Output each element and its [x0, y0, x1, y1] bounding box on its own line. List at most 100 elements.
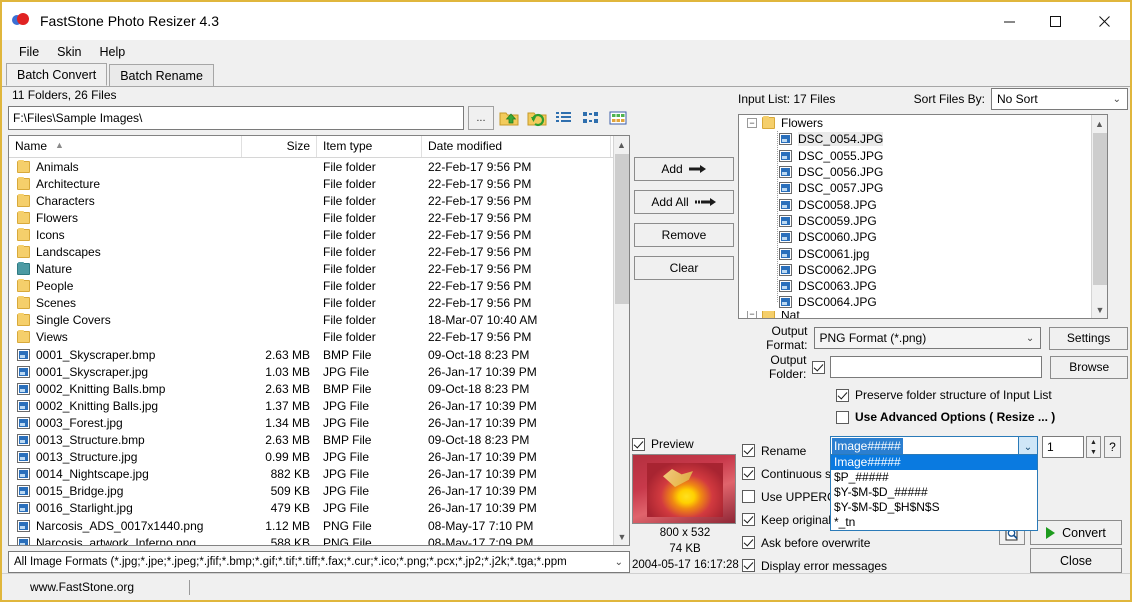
tree-file-item[interactable]: DSC0064.JPG: [739, 294, 1107, 310]
table-row[interactable]: Narcosis_artwork_Inferno.png 588 KB PNG Fi…: [9, 534, 629, 545]
table-row[interactable]: 0001_Skyscraper.jpg 1.03 MB JPG File 26-Jan…: [9, 363, 629, 380]
settings-button[interactable]: Settings: [1049, 326, 1128, 350]
tree-file-item[interactable]: DSC0058.JPG: [739, 196, 1107, 212]
uppercase-checkbox[interactable]: [742, 490, 755, 503]
rename-pattern-option[interactable]: Image#####: [831, 455, 1037, 470]
tree-body[interactable]: − Flowers DSC_0054.JPG DSC_0055.JPG DSC_0056…: [739, 115, 1107, 318]
browse-dots-button[interactable]: ...: [468, 106, 494, 130]
advanced-options-row[interactable]: Use Advanced Options ( Resize ... ): [836, 406, 1128, 428]
scroll-up-icon[interactable]: ▲: [614, 136, 629, 153]
collapse-icon[interactable]: −: [747, 118, 757, 129]
thumbnail-view-icon[interactable]: [607, 106, 630, 130]
expand-icon[interactable]: −: [747, 310, 757, 318]
rename-pattern-dropdown[interactable]: Image##### $P_##### $Y-$M-$D_##### $Y-$M-$D…: [830, 454, 1038, 531]
table-row[interactable]: People File folder 22-Feb-17 9:56 PM: [9, 278, 629, 295]
status-website[interactable]: www.FastStone.org: [30, 580, 134, 594]
rename-help-button[interactable]: ?: [1104, 436, 1121, 458]
menu-help[interactable]: Help: [90, 43, 134, 61]
browse-button[interactable]: Browse: [1050, 355, 1128, 379]
keep-original-date-checkbox[interactable]: [742, 513, 755, 526]
tree-file-item[interactable]: DSC0063.JPG: [739, 278, 1107, 294]
maximize-icon[interactable]: [1032, 2, 1078, 40]
add-all-button[interactable]: Add All: [634, 190, 734, 214]
column-header-date-modified[interactable]: Date modified: [422, 136, 611, 157]
ask-before-overwrite-checkbox[interactable]: [742, 536, 755, 549]
preserve-structure-row[interactable]: Preserve folder structure of Input List: [836, 384, 1128, 406]
scroll-down-icon[interactable]: ▼: [614, 528, 629, 545]
tree-file-item[interactable]: DSC0061.jpg: [739, 245, 1107, 261]
preview-checkbox[interactable]: [632, 437, 645, 451]
tree-file-item[interactable]: DSC0060.JPG: [739, 229, 1107, 245]
rename-pattern-option[interactable]: $Y-$M-$D_$H$N$S: [831, 500, 1037, 515]
table-row[interactable]: 0015_Bridge.jpg 509 KB JPG File 26-Jan-17 1…: [9, 483, 629, 500]
output-format-select[interactable]: PNG Format (*.png) ⌄: [813, 327, 1042, 349]
table-row[interactable]: Landscapes File folder 22-Feb-17 9:56 PM: [9, 243, 629, 260]
stepper-down-icon[interactable]: ▼: [1087, 447, 1100, 457]
tree-file-item[interactable]: DSC0059.JPG: [739, 213, 1107, 229]
input-file-tree[interactable]: − Flowers DSC_0054.JPG DSC_0055.JPG DSC_0056…: [738, 114, 1108, 319]
column-header-size[interactable]: Size: [242, 136, 317, 157]
sort-files-by-select[interactable]: No Sort ⌄: [991, 88, 1128, 110]
sequence-stepper[interactable]: ▲ ▼: [1086, 436, 1101, 458]
table-row[interactable]: 0002_Knitting Balls.bmp 2.63 MB BMP File 09…: [9, 380, 629, 397]
output-folder-checkbox[interactable]: [812, 360, 826, 374]
column-header-name[interactable]: Name ▲: [9, 136, 242, 157]
scroll-thumb[interactable]: [615, 154, 629, 304]
ask-before-overwrite-option[interactable]: Ask before overwrite: [742, 531, 972, 554]
continuous-sequence-checkbox[interactable]: [742, 467, 755, 480]
table-row[interactable]: Scenes File folder 22-Feb-17 9:56 PM: [9, 295, 629, 312]
up-folder-icon[interactable]: [498, 106, 521, 130]
preview-checkbox-row[interactable]: Preview: [632, 437, 738, 451]
rename-pattern-option[interactable]: *_tn: [831, 515, 1037, 530]
tree-root-folder[interactable]: − Flowers: [739, 115, 1107, 131]
output-folder-input[interactable]: [830, 356, 1043, 378]
table-row[interactable]: Views File folder 22-Feb-17 9:56 PM: [9, 329, 629, 346]
tree-partial-folder[interactable]: − Nat: [739, 310, 1107, 318]
tree-file-item[interactable]: DSC_0056.JPG: [739, 164, 1107, 180]
tab-batch-convert[interactable]: Batch Convert: [6, 63, 108, 86]
tree-file-item[interactable]: DSC_0057.JPG: [739, 180, 1107, 196]
close-button[interactable]: Close: [1030, 548, 1122, 573]
table-row[interactable]: 0013_Structure.jpg 0.99 MB JPG File 26-Jan-…: [9, 449, 629, 466]
format-filter-select[interactable]: All Image Formats (*.jpg;*.jpe;*.jpeg;*.…: [8, 551, 630, 573]
path-input[interactable]: [8, 106, 465, 130]
tree-file-item[interactable]: DSC_0054.JPG: [739, 131, 1107, 147]
table-row[interactable]: Icons File folder 22-Feb-17 9:56 PM: [9, 226, 629, 243]
close-icon[interactable]: [1078, 2, 1130, 40]
table-row[interactable]: Flowers File folder 22-Feb-17 9:56 PM: [9, 209, 629, 226]
rename-checkbox[interactable]: [742, 444, 755, 457]
refresh-folder-icon[interactable]: [525, 106, 548, 130]
menu-file[interactable]: File: [10, 43, 48, 61]
table-row[interactable]: Single Covers File folder 18-Mar-07 10:40 …: [9, 312, 629, 329]
convert-button[interactable]: Convert: [1030, 520, 1122, 545]
stepper-up-icon[interactable]: ▲: [1087, 437, 1100, 447]
tree-file-item[interactable]: DSC0062.JPG: [739, 262, 1107, 278]
table-row[interactable]: 0014_Nightscape.jpg 882 KB JPG File 26-Jan-…: [9, 466, 629, 483]
details-view-icon[interactable]: [579, 106, 602, 130]
list-view-icon[interactable]: [552, 106, 575, 130]
table-row[interactable]: 0002_Knitting Balls.jpg 1.37 MB JPG File 26…: [9, 397, 629, 414]
table-row[interactable]: 0001_Skyscraper.bmp 2.63 MB BMP File 09-Oct…: [9, 346, 629, 363]
preserve-structure-checkbox[interactable]: [836, 388, 849, 402]
sequence-start-input[interactable]: [1042, 436, 1084, 458]
add-button[interactable]: Add: [634, 157, 734, 181]
table-row[interactable]: Nature File folder 22-Feb-17 9:56 PM: [9, 261, 629, 278]
remove-button[interactable]: Remove: [634, 223, 734, 247]
minimize-icon[interactable]: [986, 2, 1032, 40]
table-row[interactable]: Animals File folder 22-Feb-17 9:56 PM: [9, 158, 629, 175]
clear-button[interactable]: Clear: [634, 256, 734, 280]
table-row[interactable]: Architecture File folder 22-Feb-17 9:56 PM: [9, 175, 629, 192]
file-list-body[interactable]: Animals File folder 22-Feb-17 9:56 PM Archi…: [9, 158, 629, 545]
file-list-scrollbar[interactable]: ▲ ▼: [613, 136, 629, 545]
tree-file-item[interactable]: DSC_0055.JPG: [739, 148, 1107, 164]
rename-pattern-option[interactable]: $Y-$M-$D_#####: [831, 485, 1037, 500]
menu-skin[interactable]: Skin: [48, 43, 90, 61]
rename-pattern-option[interactable]: $P_#####: [831, 470, 1037, 485]
advanced-options-checkbox[interactable]: [836, 410, 849, 424]
display-error-messages-checkbox[interactable]: [742, 559, 755, 572]
tab-batch-rename[interactable]: Batch Rename: [109, 64, 214, 86]
table-row[interactable]: 0013_Structure.bmp 2.63 MB BMP File 09-Oct-…: [9, 432, 629, 449]
column-header-item-type[interactable]: Item type: [317, 136, 422, 157]
table-row[interactable]: 0003_Forest.jpg 1.34 MB JPG File 26-Jan-17 …: [9, 414, 629, 431]
table-row[interactable]: Characters File folder 22-Feb-17 9:56 PM: [9, 192, 629, 209]
